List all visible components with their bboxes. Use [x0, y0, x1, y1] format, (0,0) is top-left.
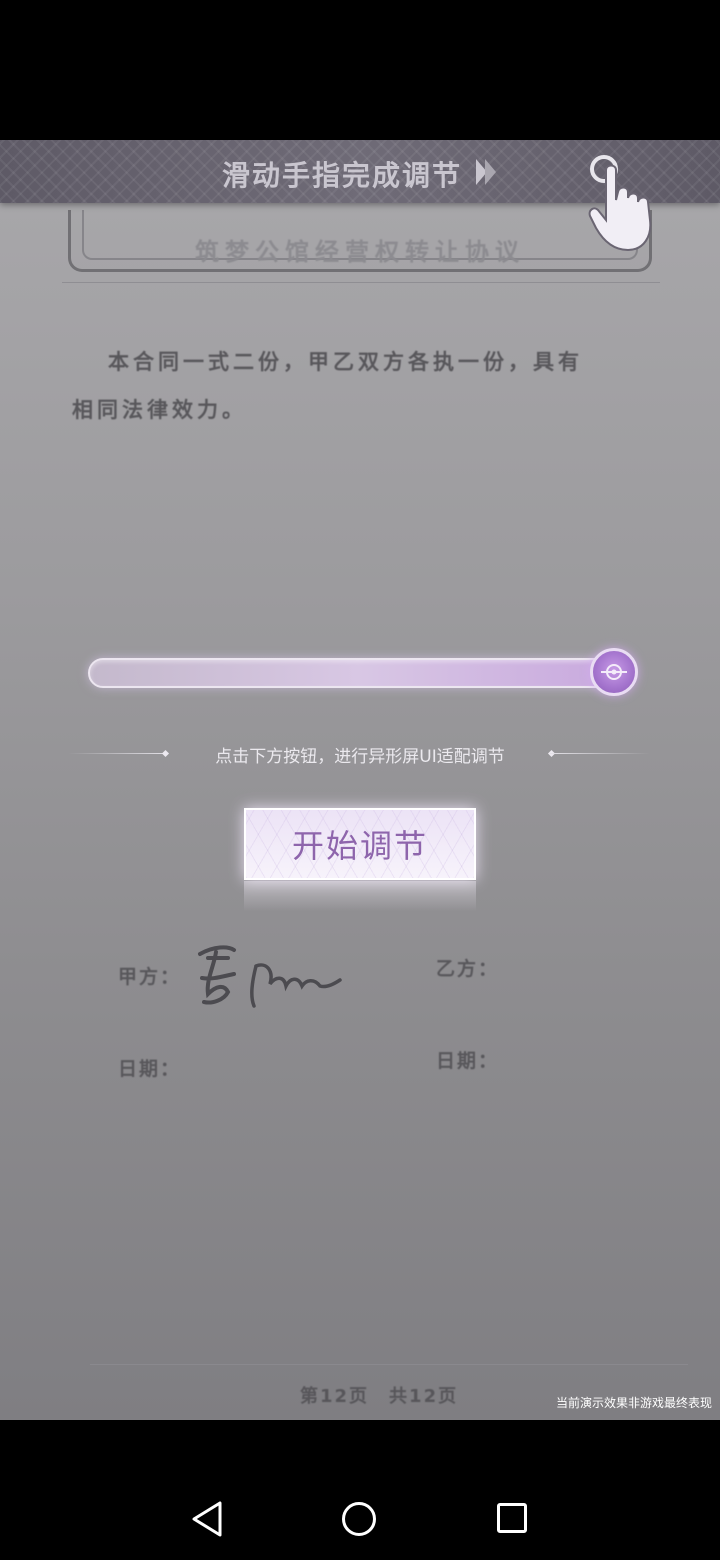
- adjust-handle-icon[interactable]: [590, 648, 638, 696]
- hint-decor-line-right: [550, 753, 650, 754]
- contract-line-2: 相同法律效力。: [72, 398, 247, 422]
- home-circle-icon[interactable]: [342, 1502, 376, 1536]
- page-indicator: 第12页 共12页: [300, 1386, 459, 1407]
- date-label-a: 日期：: [118, 1058, 182, 1080]
- footer-divider: [90, 1364, 688, 1365]
- play-arrow-icon: [476, 159, 496, 185]
- party-a-label: 甲方：: [118, 966, 182, 988]
- title-divider: [62, 282, 660, 283]
- contract-line-1: 本合同一式二份，甲乙双方各执一份，具有: [108, 350, 583, 374]
- adjust-slider-track[interactable]: [88, 658, 628, 688]
- recent-apps-square-icon[interactable]: [497, 1503, 527, 1533]
- hint-text: 点击下方按钮，进行异形屏UI适配调节: [215, 747, 505, 767]
- game-screen: 筑梦公馆经营权转让协议 本合同一式二份，甲乙双方各执一份，具有 相同法律效力。 …: [0, 140, 720, 1420]
- contract-paragraph: 本合同一式二份，甲乙双方各执一份，具有 相同法律效力。: [72, 338, 652, 434]
- date-label-b: 日期：: [436, 1050, 500, 1072]
- system-nav-bar: [0, 1420, 720, 1560]
- demo-disclaimer: 当前演示效果非游戏最终表现: [555, 1396, 712, 1410]
- party-b-label: 乙方：: [436, 958, 500, 980]
- party-a-signature: [198, 945, 342, 1008]
- start-adjust-button[interactable]: 开始调节: [244, 808, 476, 880]
- tap-hand-icon: [588, 164, 652, 252]
- back-triangle-icon[interactable]: [190, 1500, 224, 1538]
- banner-title: 滑动手指完成调节: [222, 159, 463, 192]
- button-reflection: [244, 881, 476, 911]
